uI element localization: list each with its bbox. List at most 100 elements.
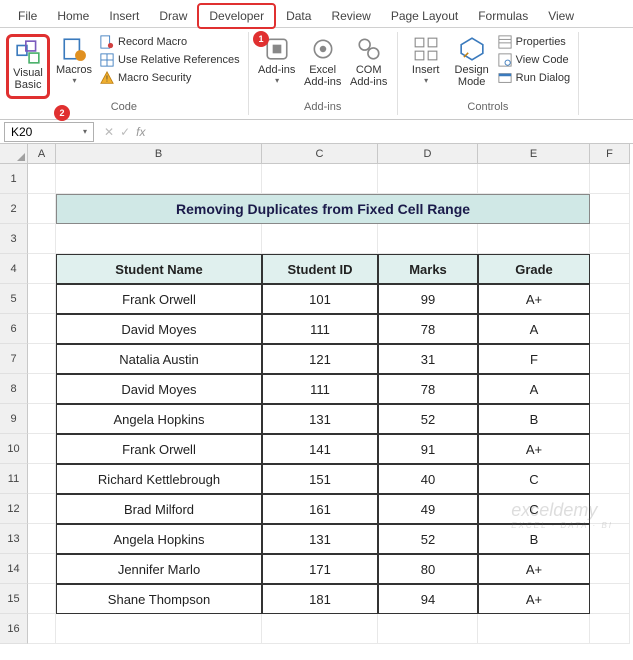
cell[interactable]	[478, 614, 590, 644]
col-header-a[interactable]: A	[28, 144, 56, 164]
cell[interactable]: A+	[478, 284, 590, 314]
fx-icon[interactable]: fx	[136, 125, 145, 139]
row-header-12[interactable]: 12	[0, 494, 28, 524]
macro-security-button[interactable]: ! Macro Security	[98, 70, 242, 86]
tab-home[interactable]: Home	[47, 5, 99, 27]
cell[interactable]: Frank Orwell	[56, 284, 262, 314]
cell[interactable]: C	[478, 494, 590, 524]
view-code-button[interactable]: View Code	[496, 52, 572, 68]
cell[interactable]: 52	[378, 404, 478, 434]
cell[interactable]: 52	[378, 524, 478, 554]
cell[interactable]: 78	[378, 374, 478, 404]
com-addins-button[interactable]: COM Add-ins	[347, 34, 391, 99]
cell[interactable]: 40	[378, 464, 478, 494]
cell[interactable]	[378, 164, 478, 194]
enter-icon[interactable]: ✓	[120, 125, 130, 139]
col-header-c[interactable]: C	[262, 144, 378, 164]
cell[interactable]: 31	[378, 344, 478, 374]
col-header-f[interactable]: F	[590, 144, 630, 164]
cell[interactable]: A	[478, 314, 590, 344]
col-header-d[interactable]: D	[378, 144, 478, 164]
cell[interactable]	[28, 344, 56, 374]
cell[interactable]: 101	[262, 284, 378, 314]
cell[interactable]: Frank Orwell	[56, 434, 262, 464]
tab-review[interactable]: Review	[321, 5, 380, 27]
cell[interactable]	[262, 164, 378, 194]
cell[interactable]	[590, 194, 630, 224]
tab-formulas[interactable]: Formulas	[468, 5, 538, 27]
cell[interactable]	[590, 314, 630, 344]
cell[interactable]	[590, 374, 630, 404]
col-header-b[interactable]: B	[56, 144, 262, 164]
cell[interactable]: Brad Milford	[56, 494, 262, 524]
cell[interactable]	[590, 284, 630, 314]
cell[interactable]	[262, 224, 378, 254]
cell[interactable]: 151	[262, 464, 378, 494]
cell[interactable]	[378, 224, 478, 254]
excel-addins-button[interactable]: Excel Add-ins	[301, 34, 345, 99]
cell[interactable]	[56, 224, 262, 254]
cell[interactable]	[28, 584, 56, 614]
cell[interactable]: Shane Thompson	[56, 584, 262, 614]
row-header-6[interactable]: 6	[0, 314, 28, 344]
cell[interactable]: David Moyes	[56, 374, 262, 404]
tab-insert[interactable]: Insert	[99, 5, 149, 27]
cell[interactable]	[56, 614, 262, 644]
cell[interactable]: A+	[478, 434, 590, 464]
row-header-10[interactable]: 10	[0, 434, 28, 464]
record-macro-button[interactable]: Record Macro	[98, 34, 242, 50]
cell[interactable]: Marks	[378, 254, 478, 284]
row-header-2[interactable]: 2	[0, 194, 28, 224]
cell[interactable]: Grade	[478, 254, 590, 284]
cell[interactable]	[590, 254, 630, 284]
cell[interactable]: 99	[378, 284, 478, 314]
cell[interactable]: Richard Kettlebrough	[56, 464, 262, 494]
cell[interactable]	[28, 404, 56, 434]
cell[interactable]	[28, 194, 56, 224]
row-header-7[interactable]: 7	[0, 344, 28, 374]
cell[interactable]: 131	[262, 524, 378, 554]
cell[interactable]: B	[478, 524, 590, 554]
row-header-9[interactable]: 9	[0, 404, 28, 434]
cell[interactable]	[28, 434, 56, 464]
cell[interactable]	[28, 554, 56, 584]
cell[interactable]: Angela Hopkins	[56, 404, 262, 434]
cell[interactable]	[378, 614, 478, 644]
col-header-e[interactable]: E	[478, 144, 590, 164]
cell[interactable]: 161	[262, 494, 378, 524]
cell[interactable]	[590, 584, 630, 614]
use-relative-refs-button[interactable]: Use Relative References	[98, 52, 242, 68]
cell[interactable]	[28, 524, 56, 554]
cell[interactable]: C	[478, 464, 590, 494]
cell[interactable]: B	[478, 404, 590, 434]
cell[interactable]: 121	[262, 344, 378, 374]
cell[interactable]	[590, 164, 630, 194]
cell[interactable]: A+	[478, 554, 590, 584]
cell[interactable]: 49	[378, 494, 478, 524]
cell[interactable]: Natalia Austin	[56, 344, 262, 374]
cancel-icon[interactable]: ✕	[104, 125, 114, 139]
cells-area[interactable]: Removing Duplicates from Fixed Cell Rang…	[28, 164, 630, 644]
cell[interactable]: 78	[378, 314, 478, 344]
insert-control-button[interactable]: Insert ▾	[404, 34, 448, 99]
properties-button[interactable]: Properties	[496, 34, 572, 50]
cell[interactable]	[590, 344, 630, 374]
cell[interactable]	[590, 434, 630, 464]
cell[interactable]: 111	[262, 314, 378, 344]
row-header-15[interactable]: 15	[0, 584, 28, 614]
row-header-1[interactable]: 1	[0, 164, 28, 194]
cell[interactable]: Student ID	[262, 254, 378, 284]
cell[interactable]: 94	[378, 584, 478, 614]
row-header-16[interactable]: 16	[0, 614, 28, 644]
cell[interactable]	[28, 374, 56, 404]
cell[interactable]	[262, 614, 378, 644]
select-all-cell[interactable]	[0, 144, 28, 164]
cell[interactable]	[478, 164, 590, 194]
cell[interactable]	[590, 464, 630, 494]
cell[interactable]	[28, 314, 56, 344]
design-mode-button[interactable]: Design Mode	[450, 34, 494, 99]
cell[interactable]: 111	[262, 374, 378, 404]
cell[interactable]: F	[478, 344, 590, 374]
cell[interactable]: David Moyes	[56, 314, 262, 344]
tab-page-layout[interactable]: Page Layout	[381, 5, 468, 27]
